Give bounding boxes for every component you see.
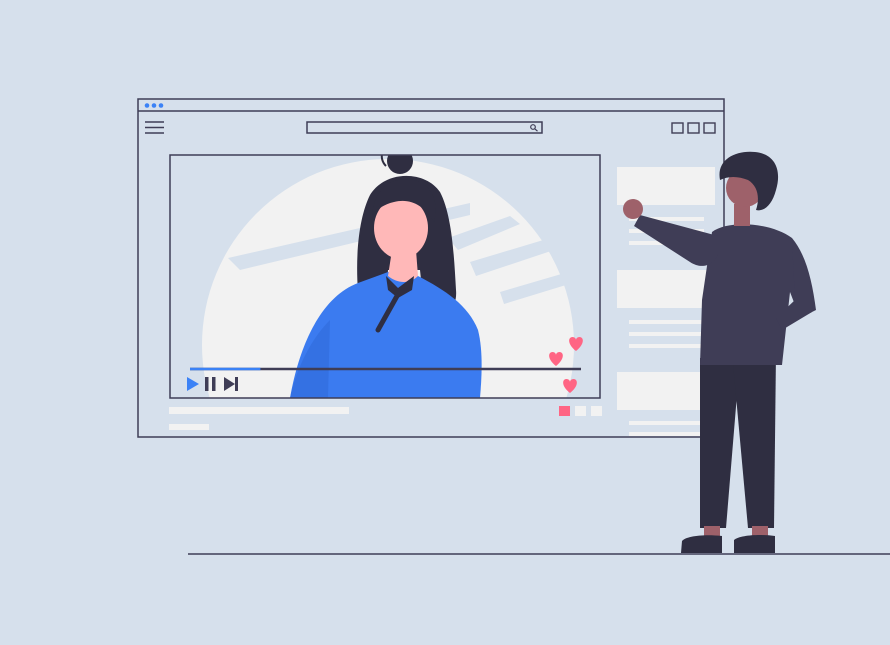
sidebar-card-3-line — [629, 421, 704, 425]
window-dot-1 — [144, 103, 150, 108]
sidebar-card-2-line — [629, 332, 704, 336]
man-ankle — [704, 526, 720, 536]
man-shoe-right — [734, 535, 775, 553]
pagination-dot[interactable] — [575, 406, 586, 416]
pagination-dot-active[interactable] — [559, 406, 570, 416]
pagination-dot[interactable] — [591, 406, 602, 416]
man-neck — [734, 204, 750, 226]
man-ankle — [752, 526, 768, 536]
illustration-scene — [137, 98, 890, 555]
video-title-placeholder — [169, 407, 349, 414]
man-hand — [623, 199, 643, 219]
sidebar-card-2-image[interactable] — [617, 270, 715, 308]
sidebar-card-2-line — [629, 320, 704, 324]
window-dot-3 — [158, 103, 164, 108]
sidebar-card-2-line — [629, 344, 704, 348]
man-shoe-left — [681, 535, 722, 553]
man-right-leg — [732, 352, 776, 528]
sidebar-card-3-line — [629, 432, 704, 436]
video-meta-placeholder — [169, 424, 209, 430]
video-player[interactable] — [169, 145, 601, 531]
man-left-leg — [700, 358, 740, 528]
window-dot-2 — [151, 103, 157, 108]
